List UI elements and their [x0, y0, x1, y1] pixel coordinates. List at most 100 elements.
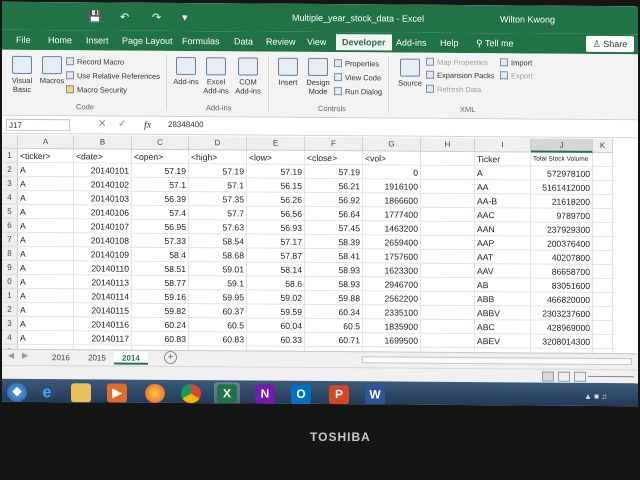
- table-cell[interactable]: 58.93: [305, 262, 363, 278]
- table-cell[interactable]: 0: [363, 165, 421, 180]
- table-cell[interactable]: 57.33: [132, 233, 189, 249]
- column-header-a[interactable]: A: [18, 134, 74, 150]
- table-cell[interactable]: 56.15: [247, 178, 305, 193]
- normal-view-icon[interactable]: [542, 371, 554, 382]
- table-cell[interactable]: ABB: [475, 292, 531, 307]
- table-cell[interactable]: 60.83: [189, 332, 247, 347]
- table-cell[interactable]: ABC: [475, 320, 531, 335]
- table-cell[interactable]: 57.19: [189, 164, 247, 179]
- table-cell[interactable]: 20140106: [74, 205, 132, 220]
- table-cell[interactable]: [593, 278, 613, 294]
- table-cell[interactable]: 1699500: [363, 333, 421, 348]
- table-cell[interactable]: 20140114: [74, 289, 132, 304]
- map-properties-button[interactable]: Map Properties: [426, 57, 488, 68]
- table-cell[interactable]: A: [18, 288, 74, 304]
- table-cell[interactable]: 60.71: [305, 332, 363, 348]
- table-cell[interactable]: [421, 221, 475, 237]
- table-cell[interactable]: 3208014300: [531, 334, 593, 349]
- table-cell[interactable]: 57.17: [247, 234, 305, 249]
- taskbar-onenote[interactable]: N: [252, 383, 278, 406]
- column-header-f[interactable]: F: [305, 136, 363, 152]
- select-all-corner[interactable]: [2, 134, 18, 149]
- table-cell[interactable]: 40207800: [531, 250, 593, 265]
- table-cell[interactable]: 60.33: [247, 332, 305, 347]
- table-cell[interactable]: 59.82: [132, 303, 189, 319]
- customize-toolbar-icon[interactable]: ▾: [182, 11, 188, 24]
- table-cell[interactable]: 237929300: [531, 222, 593, 237]
- table-cell[interactable]: 59.02: [247, 290, 305, 305]
- formula-input[interactable]: 28348400: [168, 120, 204, 129]
- row-header[interactable]: 7: [2, 232, 18, 247]
- table-cell[interactable]: AB: [475, 278, 531, 293]
- table-cell[interactable]: 5161412000: [531, 180, 593, 195]
- taskbar-outlook[interactable]: O: [288, 383, 314, 406]
- table-cell[interactable]: 56.64: [305, 206, 363, 222]
- taskbar-firefox[interactable]: [142, 382, 168, 405]
- row-header[interactable]: 1: [2, 288, 18, 303]
- table-cell[interactable]: 56.93: [247, 220, 305, 235]
- table-cell[interactable]: 2946700: [363, 277, 421, 292]
- table-cell[interactable]: 57.4: [132, 205, 189, 221]
- table-cell[interactable]: ABEV: [475, 334, 531, 349]
- refresh-data-button[interactable]: Refresh Data: [426, 84, 481, 95]
- row-header[interactable]: 5: [2, 204, 18, 219]
- table-cell[interactable]: [593, 166, 613, 182]
- table-cell[interactable]: 59.88: [305, 290, 363, 306]
- table-cell[interactable]: A: [18, 190, 74, 206]
- table-cell[interactable]: 20140109: [74, 247, 132, 262]
- table-cell[interactable]: A: [18, 218, 74, 234]
- table-cell[interactable]: 58.14: [247, 262, 305, 277]
- table-cell[interactable]: A: [18, 330, 74, 346]
- column-header-j[interactable]: J: [531, 138, 593, 153]
- table-cell[interactable]: 57.7: [189, 206, 247, 221]
- spreadsheet-grid[interactable]: A B C D E F G H I J K 1 <ticker> <date> <open> <high> <l…: [2, 134, 638, 364]
- table-cell[interactable]: 20140108: [74, 233, 132, 248]
- table-cell[interactable]: 57.19: [305, 164, 363, 180]
- table-cell[interactable]: 58.6: [247, 276, 305, 291]
- table-cell[interactable]: AAC: [475, 208, 531, 223]
- taskbar-ie[interactable]: e: [34, 381, 60, 404]
- row-header[interactable]: 8: [2, 246, 18, 261]
- table-cell[interactable]: [593, 180, 613, 196]
- header-cell[interactable]: <ticker>: [18, 148, 74, 164]
- add-sheet-button[interactable]: +: [164, 350, 177, 365]
- table-cell[interactable]: AAP: [475, 236, 531, 251]
- header-cell[interactable]: <low>: [247, 150, 305, 165]
- row-header[interactable]: 1: [2, 148, 18, 163]
- tab-help[interactable]: Help: [440, 38, 459, 48]
- table-cell[interactable]: 20140113: [74, 275, 132, 290]
- table-cell[interactable]: 572978100: [531, 166, 593, 181]
- xml-source-button[interactable]: Source: [394, 58, 426, 88]
- table-cell[interactable]: 83051600: [531, 278, 593, 293]
- header-cell[interactable]: <close>: [305, 150, 363, 166]
- taskbar-excel[interactable]: X: [214, 382, 240, 406]
- table-cell[interactable]: 20140103: [74, 191, 132, 206]
- table-cell[interactable]: [421, 333, 475, 349]
- table-cell[interactable]: A: [18, 232, 74, 248]
- table-cell[interactable]: AA-B: [475, 194, 531, 209]
- column-header-c[interactable]: C: [132, 135, 189, 151]
- table-cell[interactable]: 59.01: [189, 262, 247, 277]
- column-header-i[interactable]: I: [475, 138, 531, 153]
- table-cell[interactable]: 86658700: [531, 264, 593, 279]
- table-cell[interactable]: 57.1: [189, 178, 247, 193]
- table-cell[interactable]: [421, 179, 475, 195]
- tab-view[interactable]: View: [307, 37, 326, 47]
- column-header-d[interactable]: D: [189, 136, 247, 151]
- table-cell[interactable]: A: [18, 204, 74, 220]
- table-cell[interactable]: 1866600: [363, 193, 421, 208]
- table-cell[interactable]: 20140107: [74, 219, 132, 234]
- xml-import-button[interactable]: Import: [500, 57, 532, 68]
- table-cell[interactable]: 2659400: [363, 235, 421, 250]
- table-cell[interactable]: 57.1: [132, 177, 189, 193]
- insert-control-button[interactable]: Insert: [272, 57, 304, 87]
- table-cell[interactable]: 20140110: [74, 261, 132, 276]
- table-cell[interactable]: 57.63: [189, 220, 247, 235]
- table-cell[interactable]: 58.4: [132, 247, 189, 263]
- page-break-view-icon[interactable]: [574, 371, 586, 382]
- column-header-b[interactable]: B: [74, 135, 132, 150]
- table-cell[interactable]: 60.37: [189, 304, 247, 319]
- table-cell[interactable]: 58.54: [189, 234, 247, 249]
- table-cell[interactable]: 1463200: [363, 221, 421, 236]
- taskbar-powerpoint[interactable]: P: [326, 383, 352, 406]
